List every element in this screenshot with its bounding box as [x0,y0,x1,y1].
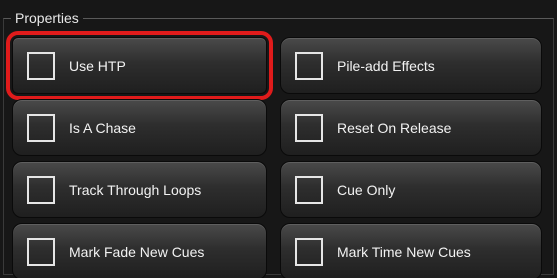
pile-add-effects-button[interactable]: Pile-add Effects [280,37,542,94]
mark-fade-new-cues-button[interactable]: Mark Fade New Cues [12,223,267,278]
mark-time-new-cues-button[interactable]: Mark Time New Cues [280,223,542,278]
reset-on-release-button[interactable]: Reset On Release [280,99,542,156]
is-a-chase-button[interactable]: Is A Chase [12,99,267,156]
track-through-loops-button[interactable]: Track Through Loops [12,161,267,218]
mark-fade-new-cues-label: Mark Fade New Cues [69,243,205,260]
pile-add-effects-checkbox[interactable] [295,51,323,80]
is-a-chase-checkbox[interactable] [27,113,55,142]
reset-on-release-label: Reset On Release [337,119,452,136]
properties-group-title: Properties [11,10,83,26]
options-grid: Use HTP Pile-add Effects Is A Chase Rese… [6,31,542,278]
use-htp-button[interactable]: Use HTP [6,31,273,100]
use-htp-checkbox[interactable] [27,51,55,80]
reset-on-release-checkbox[interactable] [295,113,323,142]
mark-time-new-cues-checkbox[interactable] [295,237,323,266]
mark-fade-new-cues-checkbox[interactable] [27,237,55,266]
properties-panel: Properties Use HTP Pile-add Effects Is A… [0,0,557,278]
track-through-loops-label: Track Through Loops [69,181,202,198]
track-through-loops-checkbox[interactable] [27,175,55,204]
cue-only-label: Cue Only [337,181,396,198]
is-a-chase-label: Is A Chase [69,119,136,136]
cue-only-button[interactable]: Cue Only [280,161,542,218]
cue-only-checkbox[interactable] [295,175,323,204]
pile-add-effects-label: Pile-add Effects [337,57,435,74]
use-htp-label: Use HTP [69,57,126,74]
mark-time-new-cues-label: Mark Time New Cues [337,243,471,260]
